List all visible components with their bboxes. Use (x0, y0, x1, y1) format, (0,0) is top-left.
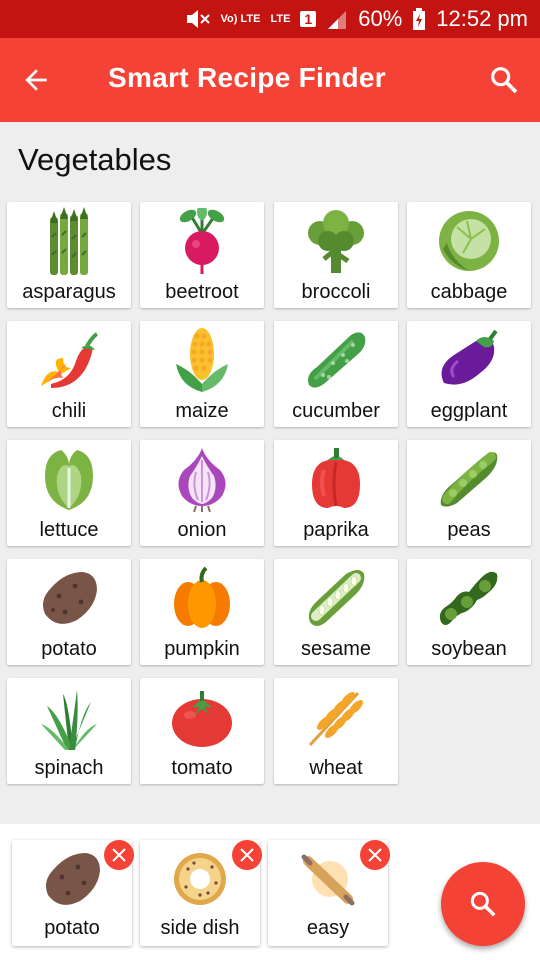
close-icon (368, 848, 382, 862)
pumpkin-icon (174, 566, 230, 628)
wheat-icon (308, 691, 363, 747)
section-title: Vegetables (18, 142, 172, 177)
app-title: Smart Recipe Finder (108, 62, 387, 93)
remove-button[interactable] (104, 840, 134, 870)
remove-button[interactable] (360, 840, 390, 870)
cabbage-icon (439, 211, 499, 271)
eggplant-icon (441, 329, 498, 385)
search-icon[interactable] (488, 64, 520, 96)
vegetable-card-maize[interactable]: maize (140, 321, 264, 427)
app-bar: Smart Recipe Finder (0, 38, 540, 122)
sim-badge: 1 (300, 11, 317, 27)
vegetable-label: wheat (309, 757, 363, 779)
lte-label: LTE (270, 12, 291, 25)
selected-chip-easy[interactable]: easy (268, 840, 390, 946)
vegetable-label: onion (177, 519, 227, 541)
vegetable-label: eggplant (430, 400, 508, 422)
onion-icon (178, 448, 226, 512)
vegetable-label: chili (51, 400, 87, 422)
vegetable-label: asparagus (22, 281, 116, 303)
vegetable-label: spinach (34, 757, 104, 779)
tomato-icon (172, 691, 232, 747)
vegetable-card-tomato[interactable]: tomato (140, 678, 264, 784)
close-icon (240, 848, 254, 862)
vegetable-card-onion[interactable]: onion (140, 440, 264, 546)
vegetable-card-spinach[interactable]: spinach (7, 678, 131, 784)
battery-icon (413, 8, 426, 30)
vegetable-card-soybean[interactable]: soybean (407, 559, 531, 665)
status-bar: Vo) LTE LTE 1 60% 12:52 pm (0, 0, 540, 38)
vegetable-label: potato (41, 638, 97, 660)
spinach-icon (41, 690, 97, 750)
donut-icon (174, 853, 226, 905)
remove-button[interactable] (232, 840, 262, 870)
mute-icon (186, 10, 210, 28)
signal-icon (328, 11, 347, 29)
vegetable-card-lettuce[interactable]: lettuce (7, 440, 131, 546)
rolling-pin-icon (301, 854, 355, 906)
vegetable-label: pumpkin (164, 638, 240, 660)
vegetable-card-potato[interactable]: potato (7, 559, 131, 665)
vegetable-label: beetroot (165, 281, 239, 303)
close-icon (112, 848, 126, 862)
vegetable-card-chili[interactable]: chili (7, 321, 131, 427)
vegetable-label: tomato (171, 757, 233, 779)
vegetable-card-cabbage[interactable]: cabbage (407, 202, 531, 308)
vegetable-label: broccoli (301, 281, 371, 303)
asparagus-icon (50, 207, 88, 275)
vegetable-label: peas (447, 519, 491, 541)
vegetable-card-paprika[interactable]: paprika (274, 440, 398, 546)
vegetable-card-peas[interactable]: peas (407, 440, 531, 546)
soybean-icon (439, 571, 498, 625)
vegetable-label: lettuce (39, 519, 99, 541)
search-icon (470, 891, 496, 917)
chili-icon (41, 332, 99, 388)
vegetable-label: cucumber (292, 400, 380, 422)
beetroot-icon (179, 208, 225, 274)
vegetable-card-beetroot[interactable]: beetroot (140, 202, 264, 308)
cucumber-icon (308, 332, 366, 388)
vegetable-card-sesame[interactable]: sesame (274, 559, 398, 665)
status-icons: Vo) LTE LTE 1 60% 12:52 pm (185, 6, 528, 32)
selected-chip-label: easy (306, 917, 350, 939)
vegetable-label: maize (175, 400, 229, 422)
vegetable-card-wheat[interactable]: wheat (274, 678, 398, 784)
sesame-icon (308, 570, 365, 626)
potato-icon (43, 572, 97, 624)
vegetable-label: soybean (431, 638, 507, 660)
vegetable-card-pumpkin[interactable]: pumpkin (140, 559, 264, 665)
network-label: Vo) LTE (220, 12, 261, 25)
selected-chip-label: potato (44, 917, 100, 939)
vegetable-card-asparagus[interactable]: asparagus (7, 202, 131, 308)
arrow-back-icon[interactable] (20, 64, 52, 96)
potato-icon (46, 853, 100, 905)
peas-icon (440, 452, 498, 507)
selected-chip-label: side dish (160, 917, 240, 939)
broccoli-icon (308, 210, 364, 273)
vegetable-label: paprika (303, 519, 369, 541)
lettuce-icon (45, 450, 93, 510)
selected-chip-potato[interactable]: potato (12, 840, 134, 946)
vegetable-label: cabbage (430, 281, 508, 303)
vegetable-label: sesame (300, 638, 372, 660)
vegetable-card-cucumber[interactable]: cucumber (274, 321, 398, 427)
search-fab[interactable] (441, 862, 525, 946)
maize-icon (176, 328, 228, 392)
clock: 12:52 pm (436, 6, 528, 31)
selected-chip-side-dish[interactable]: side dish (140, 840, 262, 946)
battery-percent: 60% (358, 6, 403, 31)
vegetable-card-broccoli[interactable]: broccoli (274, 202, 398, 308)
vegetable-card-eggplant[interactable]: eggplant (407, 321, 531, 427)
paprika-icon (312, 448, 360, 508)
